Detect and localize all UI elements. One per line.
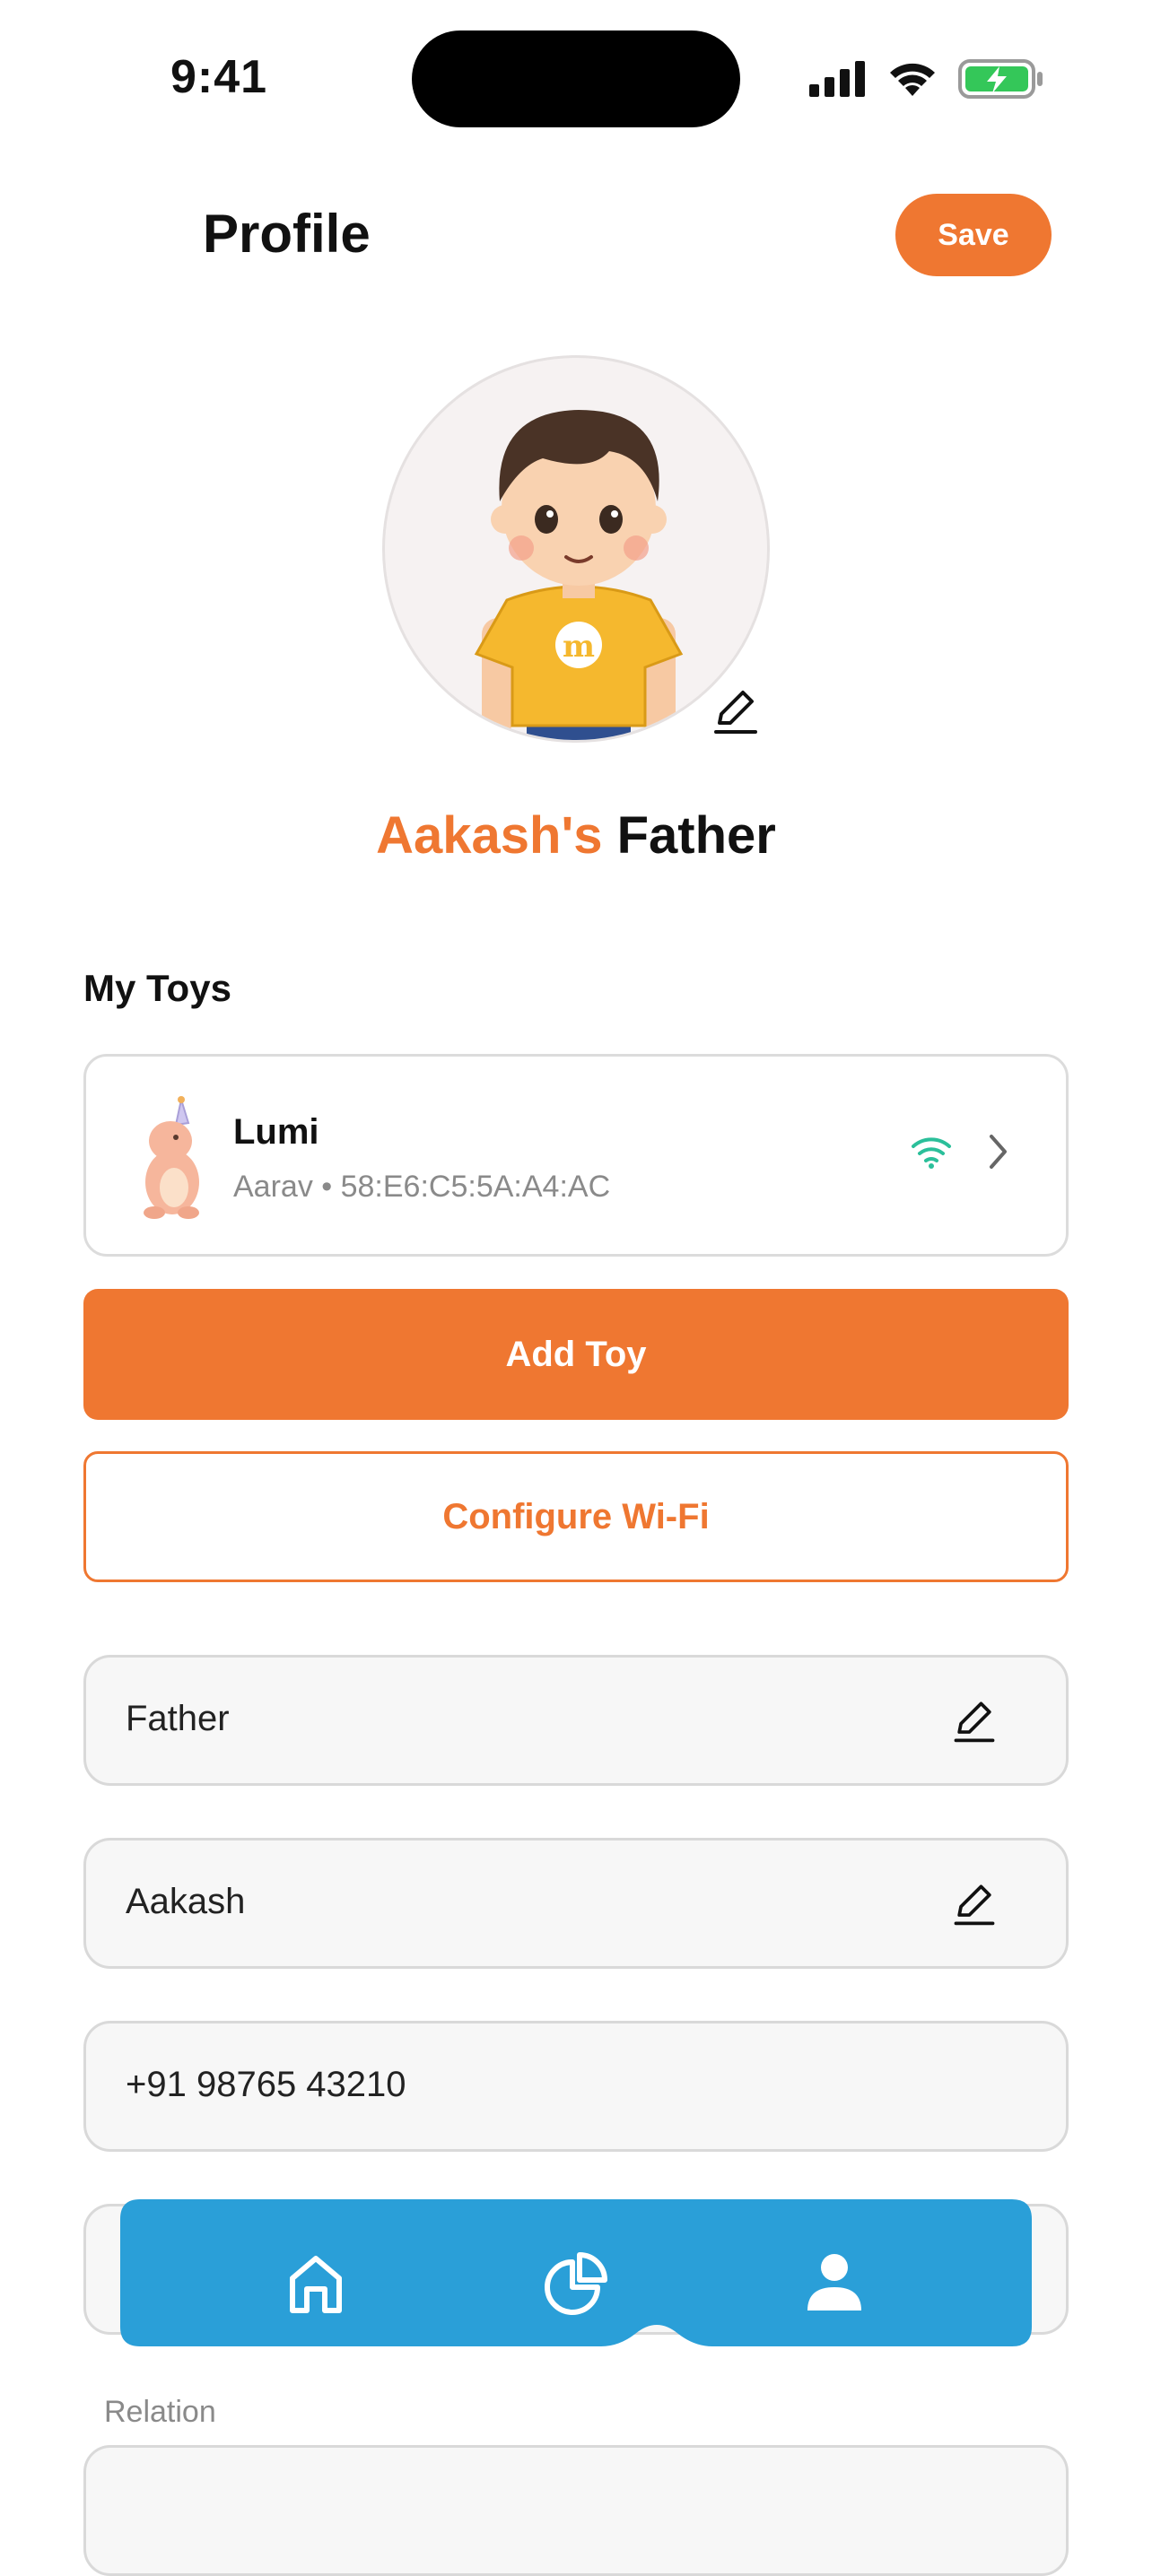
wifi-connected-icon <box>912 1137 951 1169</box>
chevron-right-icon[interactable] <box>987 1132 1010 1171</box>
configure-wifi-button[interactable]: Configure Wi-Fi <box>83 1451 1069 1582</box>
wifi-status-icon <box>890 63 935 96</box>
phone-value: +91 98765 43210 <box>126 2065 406 2104</box>
my-toys-title: My Toys <box>83 967 231 1009</box>
relation-value: Father <box>126 1699 230 1738</box>
status-time: 9:41 <box>170 51 268 103</box>
dinosaur-toy-image <box>144 1096 199 1219</box>
relation-select-field[interactable] <box>83 2445 1069 2576</box>
signal-icon <box>809 61 865 97</box>
child-name-label: Aakash's <box>376 806 603 865</box>
home-icon[interactable] <box>280 2248 352 2319</box>
dynamic-island <box>412 30 740 127</box>
edit-avatar-icon[interactable] <box>709 683 763 737</box>
edit-relation-icon[interactable] <box>949 1695 999 1745</box>
edit-child-name-icon[interactable] <box>949 1878 999 1928</box>
page-title: Profile <box>203 204 371 264</box>
battery-icon <box>958 59 1043 99</box>
profile-name: Aakash's Father <box>0 805 1152 866</box>
relation-label: Relation <box>104 2395 216 2429</box>
relation-title: Father <box>616 806 776 865</box>
chart-icon[interactable] <box>540 2248 612 2319</box>
toy-details: Aarav • 58:E6:C5:5A:A4:AC <box>233 1170 611 1204</box>
bottom-nav <box>120 2199 1032 2355</box>
svg-text:m: m <box>563 629 595 665</box>
save-button[interactable]: Save <box>895 194 1052 276</box>
child-name-field[interactable]: Aakash <box>83 1838 1069 1969</box>
toy-name: Lumi <box>233 1112 319 1152</box>
phone-field[interactable]: +91 98765 43210 <box>83 2021 1069 2152</box>
toy-card[interactable]: Lumi Aarav • 58:E6:C5:5A:A4:AC <box>83 1054 1069 1257</box>
child-name-value: Aakash <box>126 1882 246 1921</box>
add-toy-button[interactable]: Add Toy <box>83 1289 1069 1420</box>
relation-field[interactable]: Father <box>83 1655 1069 1786</box>
status-icons <box>809 59 1044 99</box>
profile-icon[interactable] <box>799 2248 870 2319</box>
